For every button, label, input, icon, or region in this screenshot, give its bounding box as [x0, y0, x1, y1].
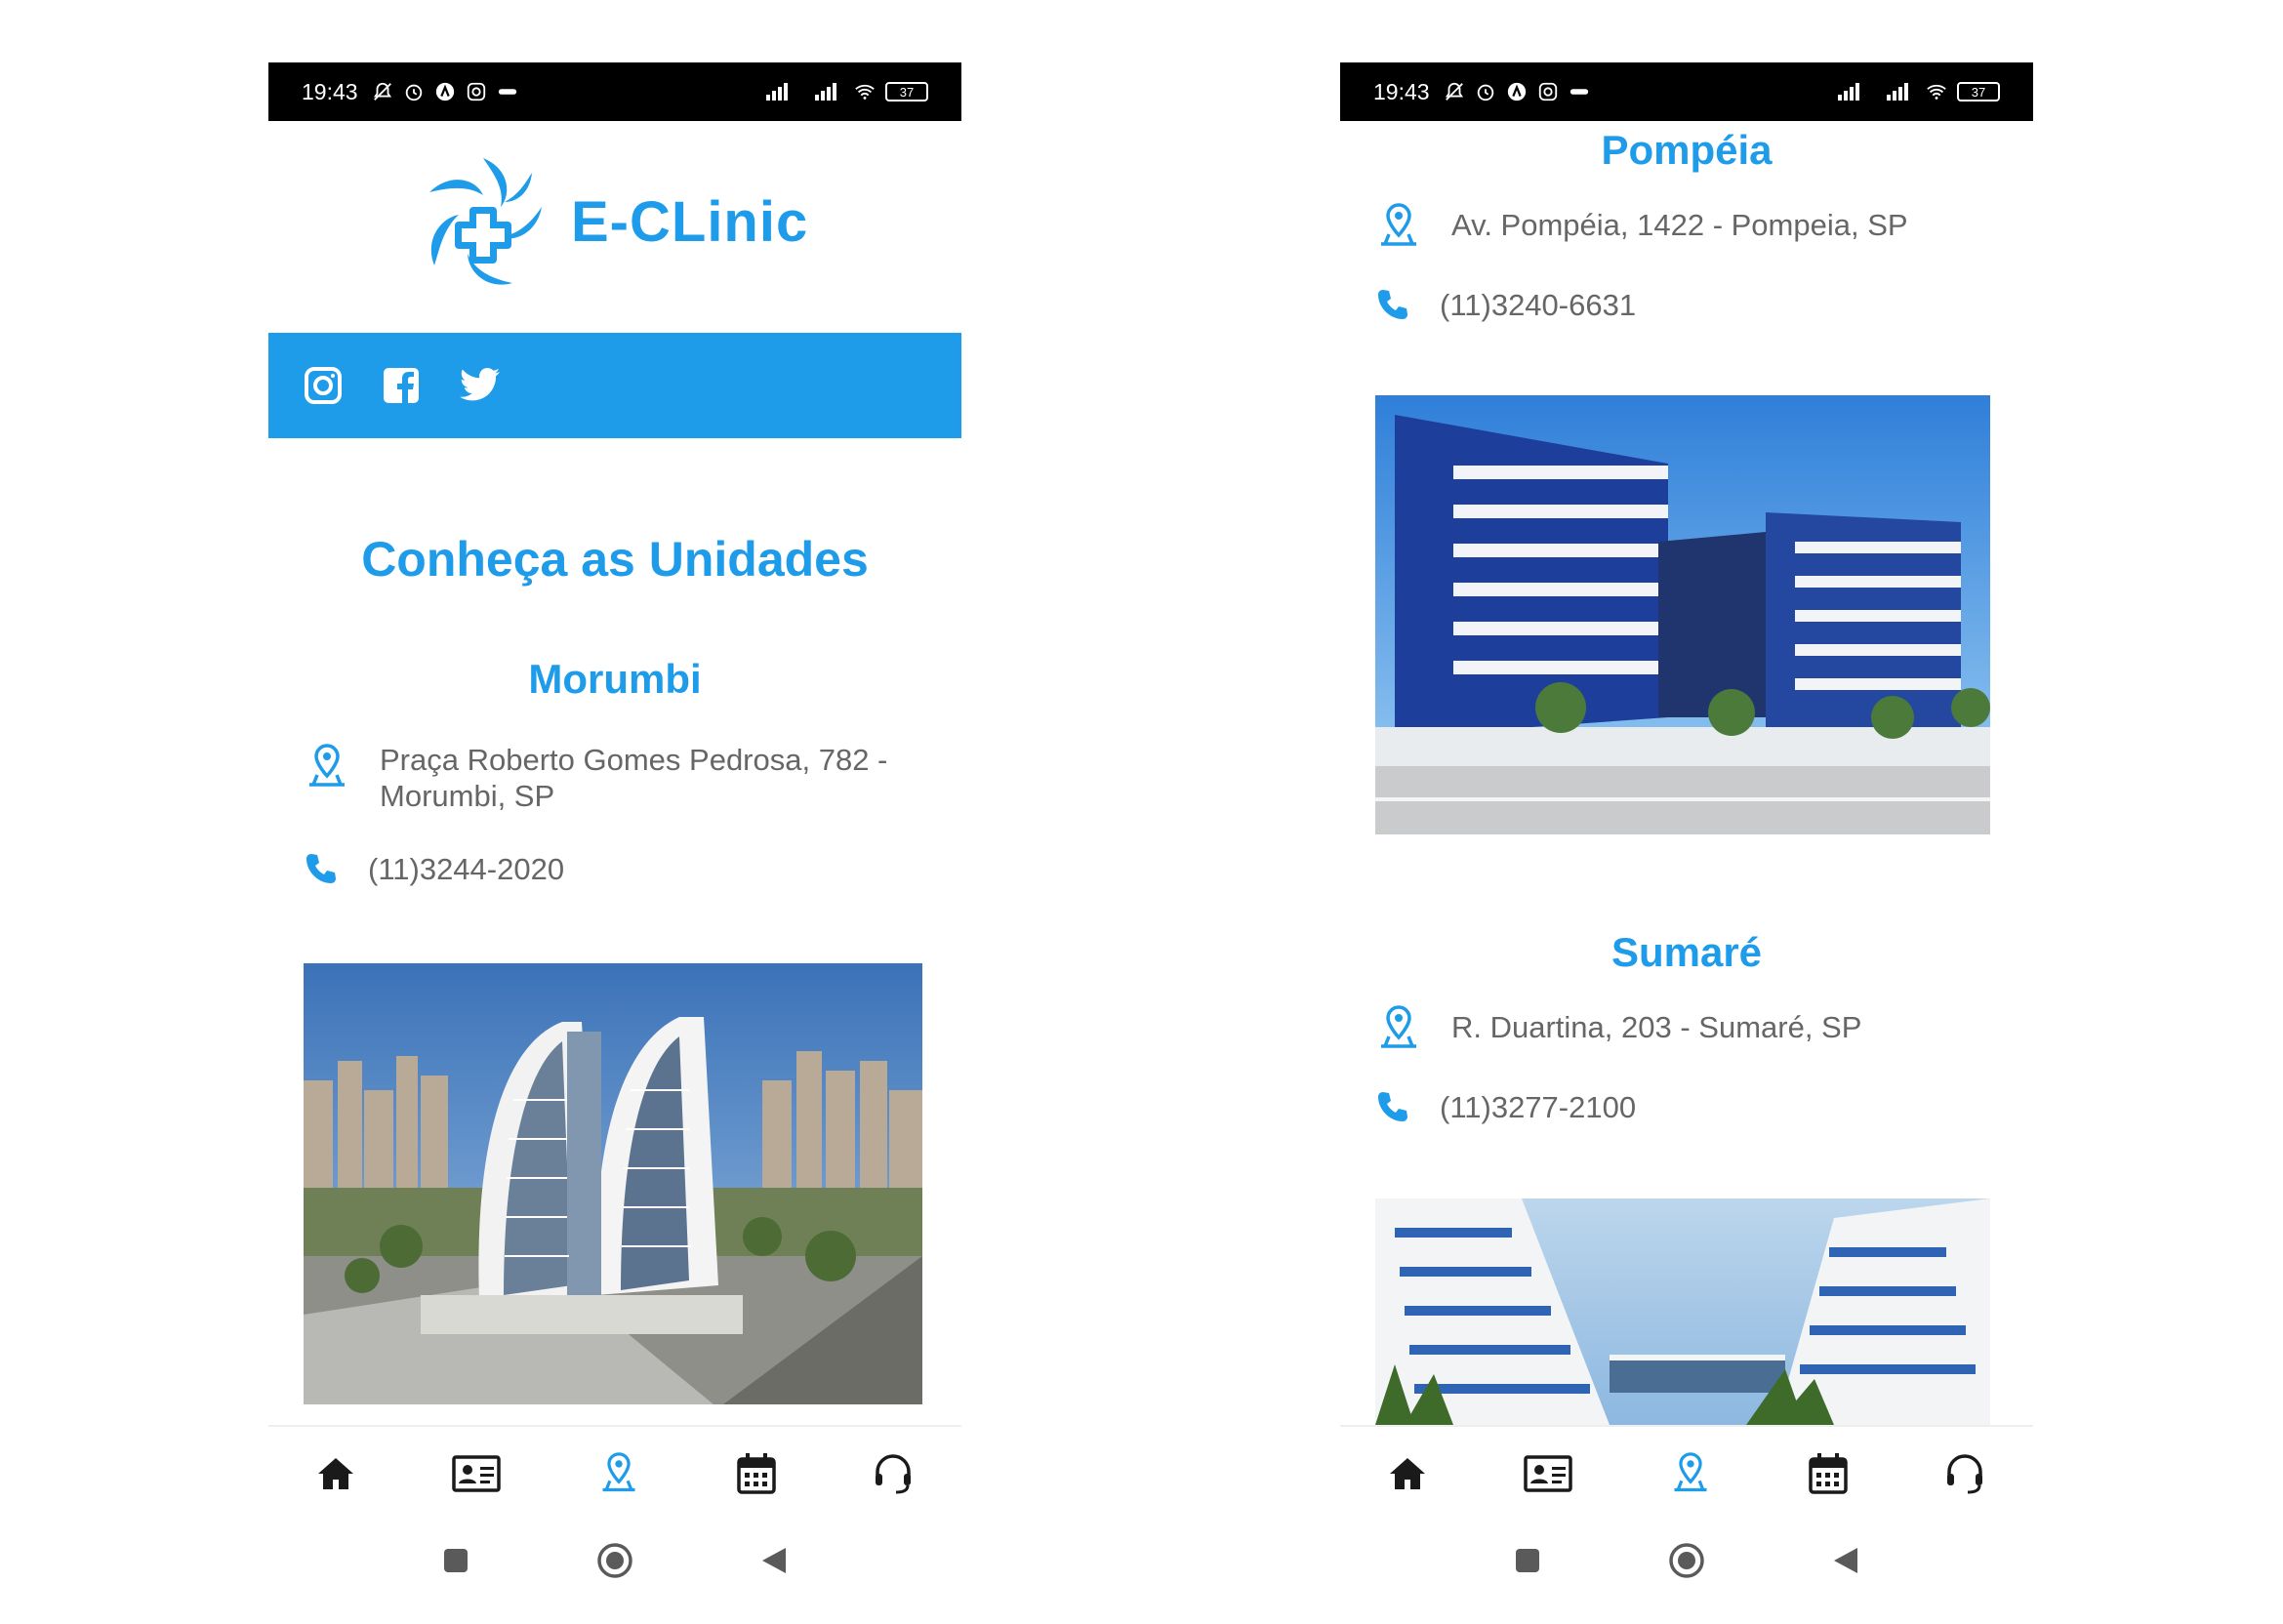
wifi-icon	[855, 84, 875, 100]
mute-icon	[373, 82, 391, 101]
signal-icon	[1838, 83, 1859, 101]
phone-number: (11)3240-6631	[1440, 288, 1637, 322]
phone-number: (11)3277-2100	[1440, 1090, 1637, 1124]
ifood-icon	[1570, 89, 1588, 95]
facebook-icon[interactable]	[382, 366, 421, 405]
address-text: Av. Pompéia, 1422 - Pompeia, SP	[1451, 208, 1908, 242]
calendar-icon[interactable]	[737, 1452, 776, 1495]
home-icon[interactable]	[1388, 1454, 1427, 1493]
brand-logo: E-CLinic	[415, 148, 808, 295]
page-title: Conheça as Unidades	[361, 532, 869, 587]
social-bar	[268, 333, 961, 438]
signal-icon-2	[1887, 83, 1908, 101]
unit-phone-pompeia[interactable]: (11)3240-6631	[1375, 287, 1636, 323]
phone-number: (11)3244-2020	[368, 852, 565, 886]
location-nav-icon[interactable]	[597, 1450, 640, 1497]
signal-icon-2	[815, 83, 836, 101]
recents-icon[interactable]	[442, 1547, 469, 1574]
unit-phone-morumbi[interactable]: (11)3244-2020	[304, 851, 564, 887]
unit-name-pompeia: Pompéia	[1601, 127, 1773, 173]
home-system-icon[interactable]	[1668, 1542, 1705, 1579]
location-pin-icon	[1381, 203, 1416, 246]
unit-photo-sumare	[1375, 1198, 1990, 1425]
unit-photo-pompeia	[1375, 395, 1990, 834]
phone-icon	[1378, 1092, 1407, 1121]
address-line-2: Morumbi, SP	[380, 779, 555, 813]
status-bar: 19:43 37	[1340, 62, 2033, 121]
unit-address-pompeia[interactable]: Av. Pompéia, 1422 - Pompeia, SP	[1375, 201, 1908, 252]
address-text: R. Duartina, 203 - Sumaré, SP	[1451, 1010, 1862, 1044]
app-a-icon	[435, 82, 454, 102]
instagram-icon[interactable]	[304, 366, 343, 405]
location-pin-icon	[1381, 1005, 1416, 1048]
clinic-logo-icon	[429, 158, 542, 285]
ifood-icon	[498, 89, 516, 95]
unit-name-sumare: Sumaré	[1610, 929, 1763, 975]
headset-icon[interactable]	[873, 1452, 914, 1495]
recents-icon[interactable]	[1514, 1547, 1541, 1574]
calendar-icon[interactable]	[1809, 1452, 1848, 1495]
unit-name-morumbi: Morumbi	[528, 656, 702, 702]
phone-screen-left: 19:43 37 E-CLinic Conheça as Unidades Mo…	[268, 62, 961, 1624]
location-pin-icon	[309, 744, 345, 787]
instagram-small-icon	[1538, 82, 1557, 102]
mute-icon	[1445, 82, 1463, 101]
unit-phone-sumare[interactable]: (11)3277-2100	[1375, 1089, 1636, 1125]
battery-icon: 37	[885, 82, 928, 102]
bottom-nav	[268, 1425, 961, 1521]
system-nav	[268, 1526, 961, 1595]
phone-screen-right: 19:43 37 Pompéia Av. Pompéia, 1422 - Pom…	[1340, 62, 2033, 1624]
phone-icon	[1378, 290, 1407, 319]
contact-card-icon[interactable]	[1524, 1454, 1572, 1493]
status-bar: 19:43 37	[268, 62, 961, 121]
home-system-icon[interactable]	[596, 1542, 633, 1579]
twitter-icon[interactable]	[460, 368, 501, 403]
brand-name: E-CLinic	[571, 189, 809, 254]
address-line-1: Praça Roberto Gomes Pedrosa, 782 -	[380, 743, 888, 777]
unit-photo-morumbi	[304, 963, 922, 1404]
alarm-icon	[1477, 84, 1493, 102]
instagram-small-icon	[467, 82, 485, 102]
headset-icon[interactable]	[1944, 1452, 1985, 1495]
battery-icon: 37	[1957, 82, 2000, 102]
location-nav-icon[interactable]	[1669, 1450, 1712, 1497]
system-nav	[1340, 1526, 2033, 1595]
app-a-icon	[1507, 82, 1526, 102]
wifi-icon	[1927, 84, 1946, 100]
phone-icon	[306, 854, 336, 883]
alarm-icon	[405, 84, 422, 102]
contact-card-icon[interactable]	[452, 1454, 501, 1493]
unit-address-morumbi[interactable]: Praça Roberto Gomes Pedrosa, 782 - Morum…	[304, 742, 887, 814]
back-icon[interactable]	[760, 1546, 788, 1575]
home-icon[interactable]	[316, 1454, 355, 1493]
bottom-nav	[1340, 1425, 2033, 1521]
status-time: 19:43	[1373, 78, 1430, 104]
back-icon[interactable]	[1832, 1546, 1859, 1575]
signal-icon	[766, 83, 788, 101]
status-time: 19:43	[302, 78, 358, 104]
unit-address-sumare[interactable]: R. Duartina, 203 - Sumaré, SP	[1375, 1003, 1861, 1054]
